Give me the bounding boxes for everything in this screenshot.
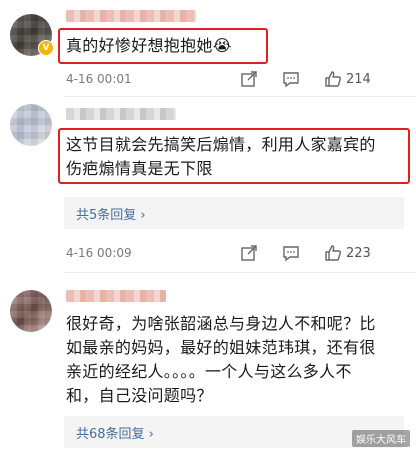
comment-text-line: 很好奇，为啥张韶涵总与身边人不和呢？比 (66, 314, 376, 333)
watermark: 娱乐大风车 (352, 430, 410, 447)
username-blurred[interactable] (66, 290, 166, 302)
comment-actions: 223 (240, 244, 371, 262)
comment-text-line: 如最亲的妈妈，最好的姐妹范玮琪，还有很 (66, 338, 376, 357)
avatar[interactable] (10, 104, 52, 146)
username-blurred[interactable] (66, 10, 196, 22)
comment-text-line: 这节目就会先搞笑后煽情，利用人家嘉宾的 (66, 135, 376, 154)
replies-button[interactable]: 共5条回复 › (64, 197, 404, 229)
share-icon (241, 71, 257, 87)
username-blurred[interactable] (66, 108, 176, 120)
comment-timestamp: 4-16 00:01 (66, 72, 132, 86)
like-count: 214 (346, 71, 371, 87)
comment-icon (283, 72, 299, 88)
like-icon (325, 245, 341, 261)
like-button[interactable]: 214 (324, 70, 371, 88)
comment-text-line: 和，自己没问题吗？ (66, 386, 213, 405)
like-icon (325, 71, 341, 87)
comment-button[interactable] (282, 244, 300, 262)
replies-label[interactable]: 共5条回复 › (76, 204, 146, 223)
comment-text-line: 伤疤煽情真是无下限 (66, 159, 213, 178)
comment-text: 真的好惨好想抱抱她😭 (66, 36, 232, 55)
comment-icon (283, 246, 299, 262)
share-button[interactable] (240, 70, 258, 88)
comment-text-line: 亲近的经纪人。。。。一个人与这么多人不 (66, 362, 352, 381)
comment-button[interactable] (282, 70, 300, 88)
replies-label[interactable]: 共68条回复 › (76, 423, 154, 442)
verified-badge: V (38, 40, 54, 56)
comment-timestamp: 4-16 00:09 (66, 246, 132, 260)
share-button[interactable] (240, 244, 258, 262)
divider (64, 96, 416, 97)
like-count: 223 (346, 245, 371, 261)
divider (64, 272, 416, 273)
avatar[interactable] (10, 290, 52, 332)
like-button[interactable]: 223 (324, 244, 371, 262)
share-icon (241, 245, 257, 261)
comment-actions: 214 (240, 70, 371, 88)
